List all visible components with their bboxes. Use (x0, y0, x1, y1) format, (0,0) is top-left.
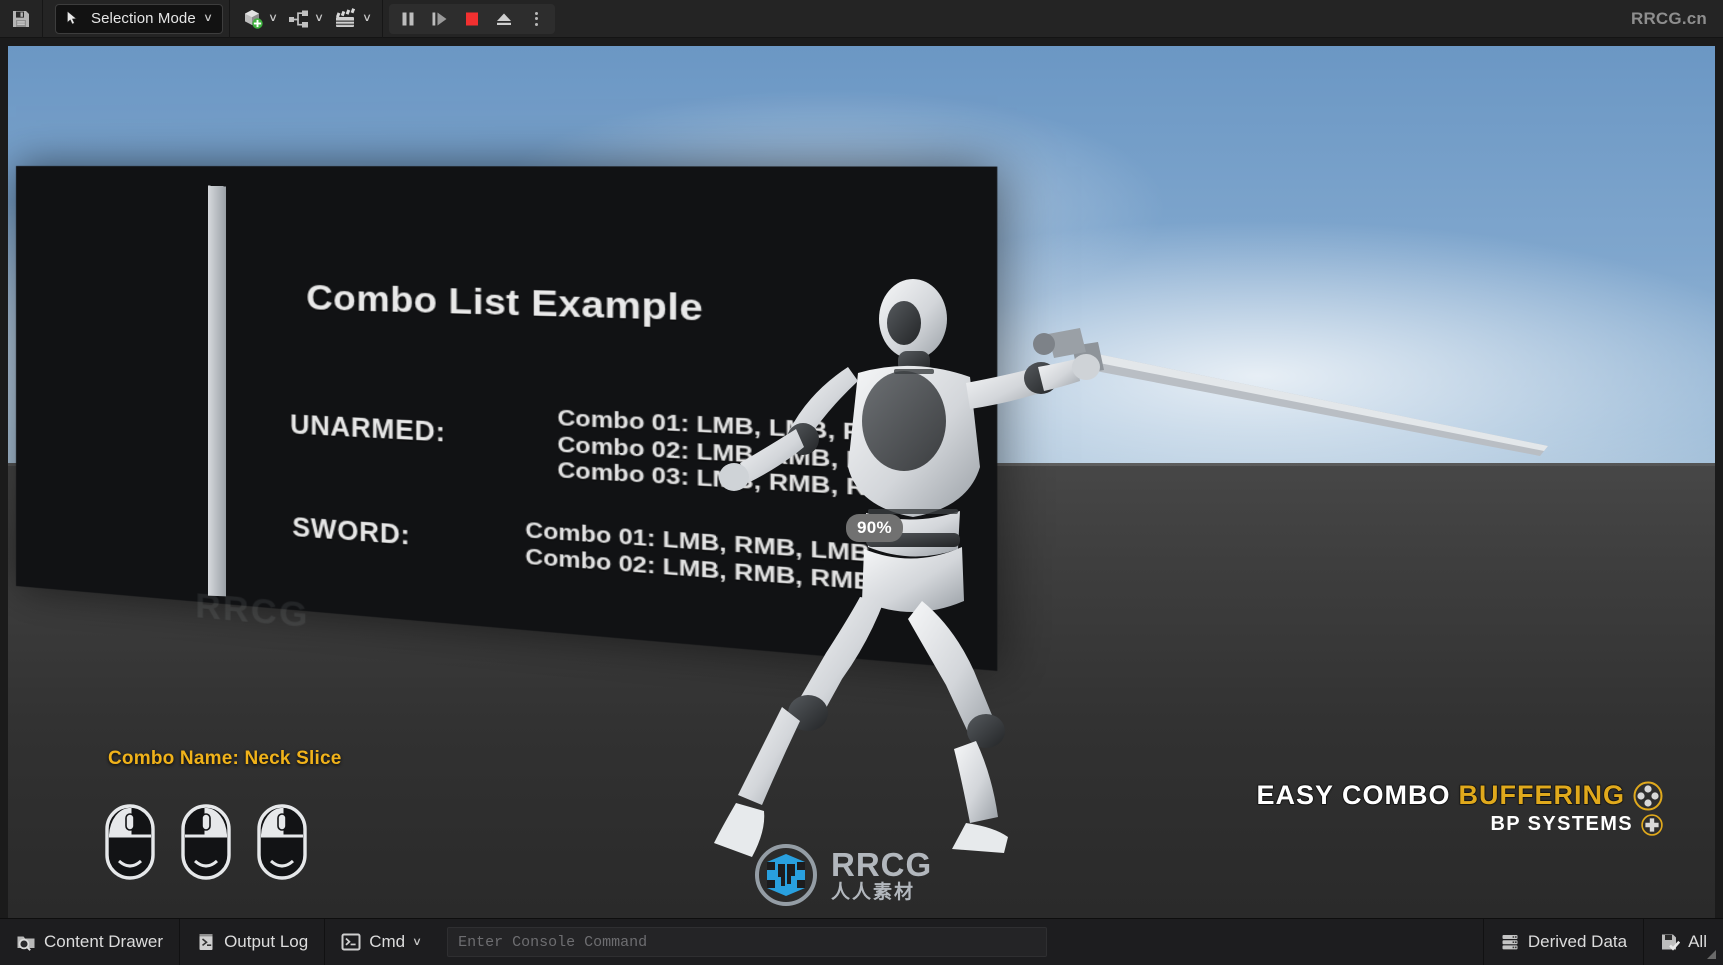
clapperboard-icon (333, 7, 359, 31)
blueprint-dropdown[interactable]: ∨ (282, 4, 328, 34)
chevron-down-icon: ∨ (362, 13, 372, 24)
frame-advance-icon (430, 10, 450, 28)
status-bar: Content Drawer Output Log (0, 918, 1723, 965)
chevron-down-icon: ∨ (268, 13, 278, 24)
chevron-down-icon: ∨ (314, 13, 324, 24)
create-toolbar-group: ∨ ∨ (230, 0, 382, 38)
toolbar-divider (382, 0, 383, 38)
cinematics-dropdown[interactable]: ∨ (328, 4, 376, 34)
content-drawer-label: Content Drawer (44, 932, 163, 952)
frame-advance-button[interactable] (425, 5, 455, 33)
progress-badge: 90% (846, 514, 903, 542)
output-log-label: Output Log (224, 932, 308, 952)
derived-data-button[interactable]: Derived Data (1484, 919, 1643, 965)
rrcg-watermark-text: RRCG 人人素材 (831, 848, 932, 902)
selection-mode-label: Selection Mode (91, 10, 196, 27)
console-prompt-icon (341, 933, 361, 951)
derived-data-icon (1500, 932, 1520, 952)
stop-button[interactable] (457, 5, 487, 33)
selection-mode-dropdown[interactable]: Selection Mode ∨ (55, 4, 223, 34)
status-right-group: Derived Data All (1483, 919, 1723, 965)
cmd-dropdown[interactable]: Cmd ∨ (325, 919, 437, 965)
add-cube-plus-icon (241, 7, 265, 31)
output-log-button[interactable]: Output Log (180, 919, 324, 965)
cmd-label: Cmd (369, 932, 405, 952)
dpad-cross-icon (1641, 814, 1663, 836)
rrcg-watermark: RRCG 人人素材 (753, 842, 932, 908)
level-viewport[interactable]: RRCG Combo List Example UNARMED: Combo 0… (8, 46, 1715, 918)
dpad-icon (1633, 781, 1663, 811)
eject-icon (495, 10, 513, 28)
product-logo: EASY COMBO BUFFERING BP SYSTEMS (1256, 780, 1663, 836)
console-command-input[interactable]: Enter Console Command (447, 927, 1047, 957)
mouse-left-click-icon (104, 803, 156, 881)
product-logo-word2: BUFFERING (1459, 780, 1626, 811)
combo-name-label: Combo Name: Neck Slice (108, 748, 342, 770)
resize-grip-icon[interactable] (1707, 950, 1716, 959)
pie-controls-group (389, 4, 555, 34)
rrcg-latin: RRCG (831, 848, 932, 881)
combo-input-sequence (104, 803, 308, 881)
pause-button[interactable] (393, 5, 423, 33)
product-logo-line1: EASY COMBO BUFFERING (1256, 780, 1663, 811)
save-button[interactable] (6, 4, 36, 34)
save-check-icon (1660, 932, 1680, 952)
source-control-label: All (1688, 932, 1707, 952)
status-spacer (1057, 919, 1483, 965)
billboard-post (208, 186, 226, 597)
chevron-down-icon: ∨ (203, 13, 213, 24)
mouse-right-click-icon (180, 803, 232, 881)
selection-cursor-icon (64, 9, 83, 28)
file-toolbar-group (0, 0, 42, 38)
eject-button[interactable] (489, 5, 519, 33)
product-logo-subtitle: BP SYSTEMS (1490, 813, 1633, 836)
rrcg-logo-icon (753, 842, 819, 908)
pie-more-options-button[interactable] (521, 5, 551, 33)
content-drawer-icon (16, 932, 36, 952)
save-icon (11, 9, 31, 29)
pause-icon (399, 10, 417, 28)
mouse-left-click-icon (256, 803, 308, 881)
product-logo-line2: BP SYSTEMS (1256, 813, 1663, 836)
stop-icon (463, 10, 481, 28)
add-actor-dropdown[interactable]: ∨ (236, 4, 282, 34)
mannequin-character[interactable] (708, 271, 1128, 891)
main-toolbar: Selection Mode ∨ ∨ (0, 0, 1723, 38)
kebab-menu-icon (528, 12, 544, 26)
product-logo-word1: EASY COMBO (1256, 780, 1450, 811)
derived-data-label: Derived Data (1528, 932, 1627, 952)
mode-toolbar-group: Selection Mode ∨ (43, 0, 229, 38)
rrcg-cjk: 人人素材 (831, 883, 932, 902)
unreal-editor-window: Selection Mode ∨ ∨ (0, 0, 1723, 965)
content-drawer-button[interactable]: Content Drawer (0, 919, 179, 965)
brand-watermark-topright: RRCG.cn (1631, 0, 1707, 38)
blueprint-nodes-icon (287, 8, 311, 30)
chevron-down-icon: ∨ (412, 937, 422, 948)
output-log-icon (196, 932, 216, 952)
